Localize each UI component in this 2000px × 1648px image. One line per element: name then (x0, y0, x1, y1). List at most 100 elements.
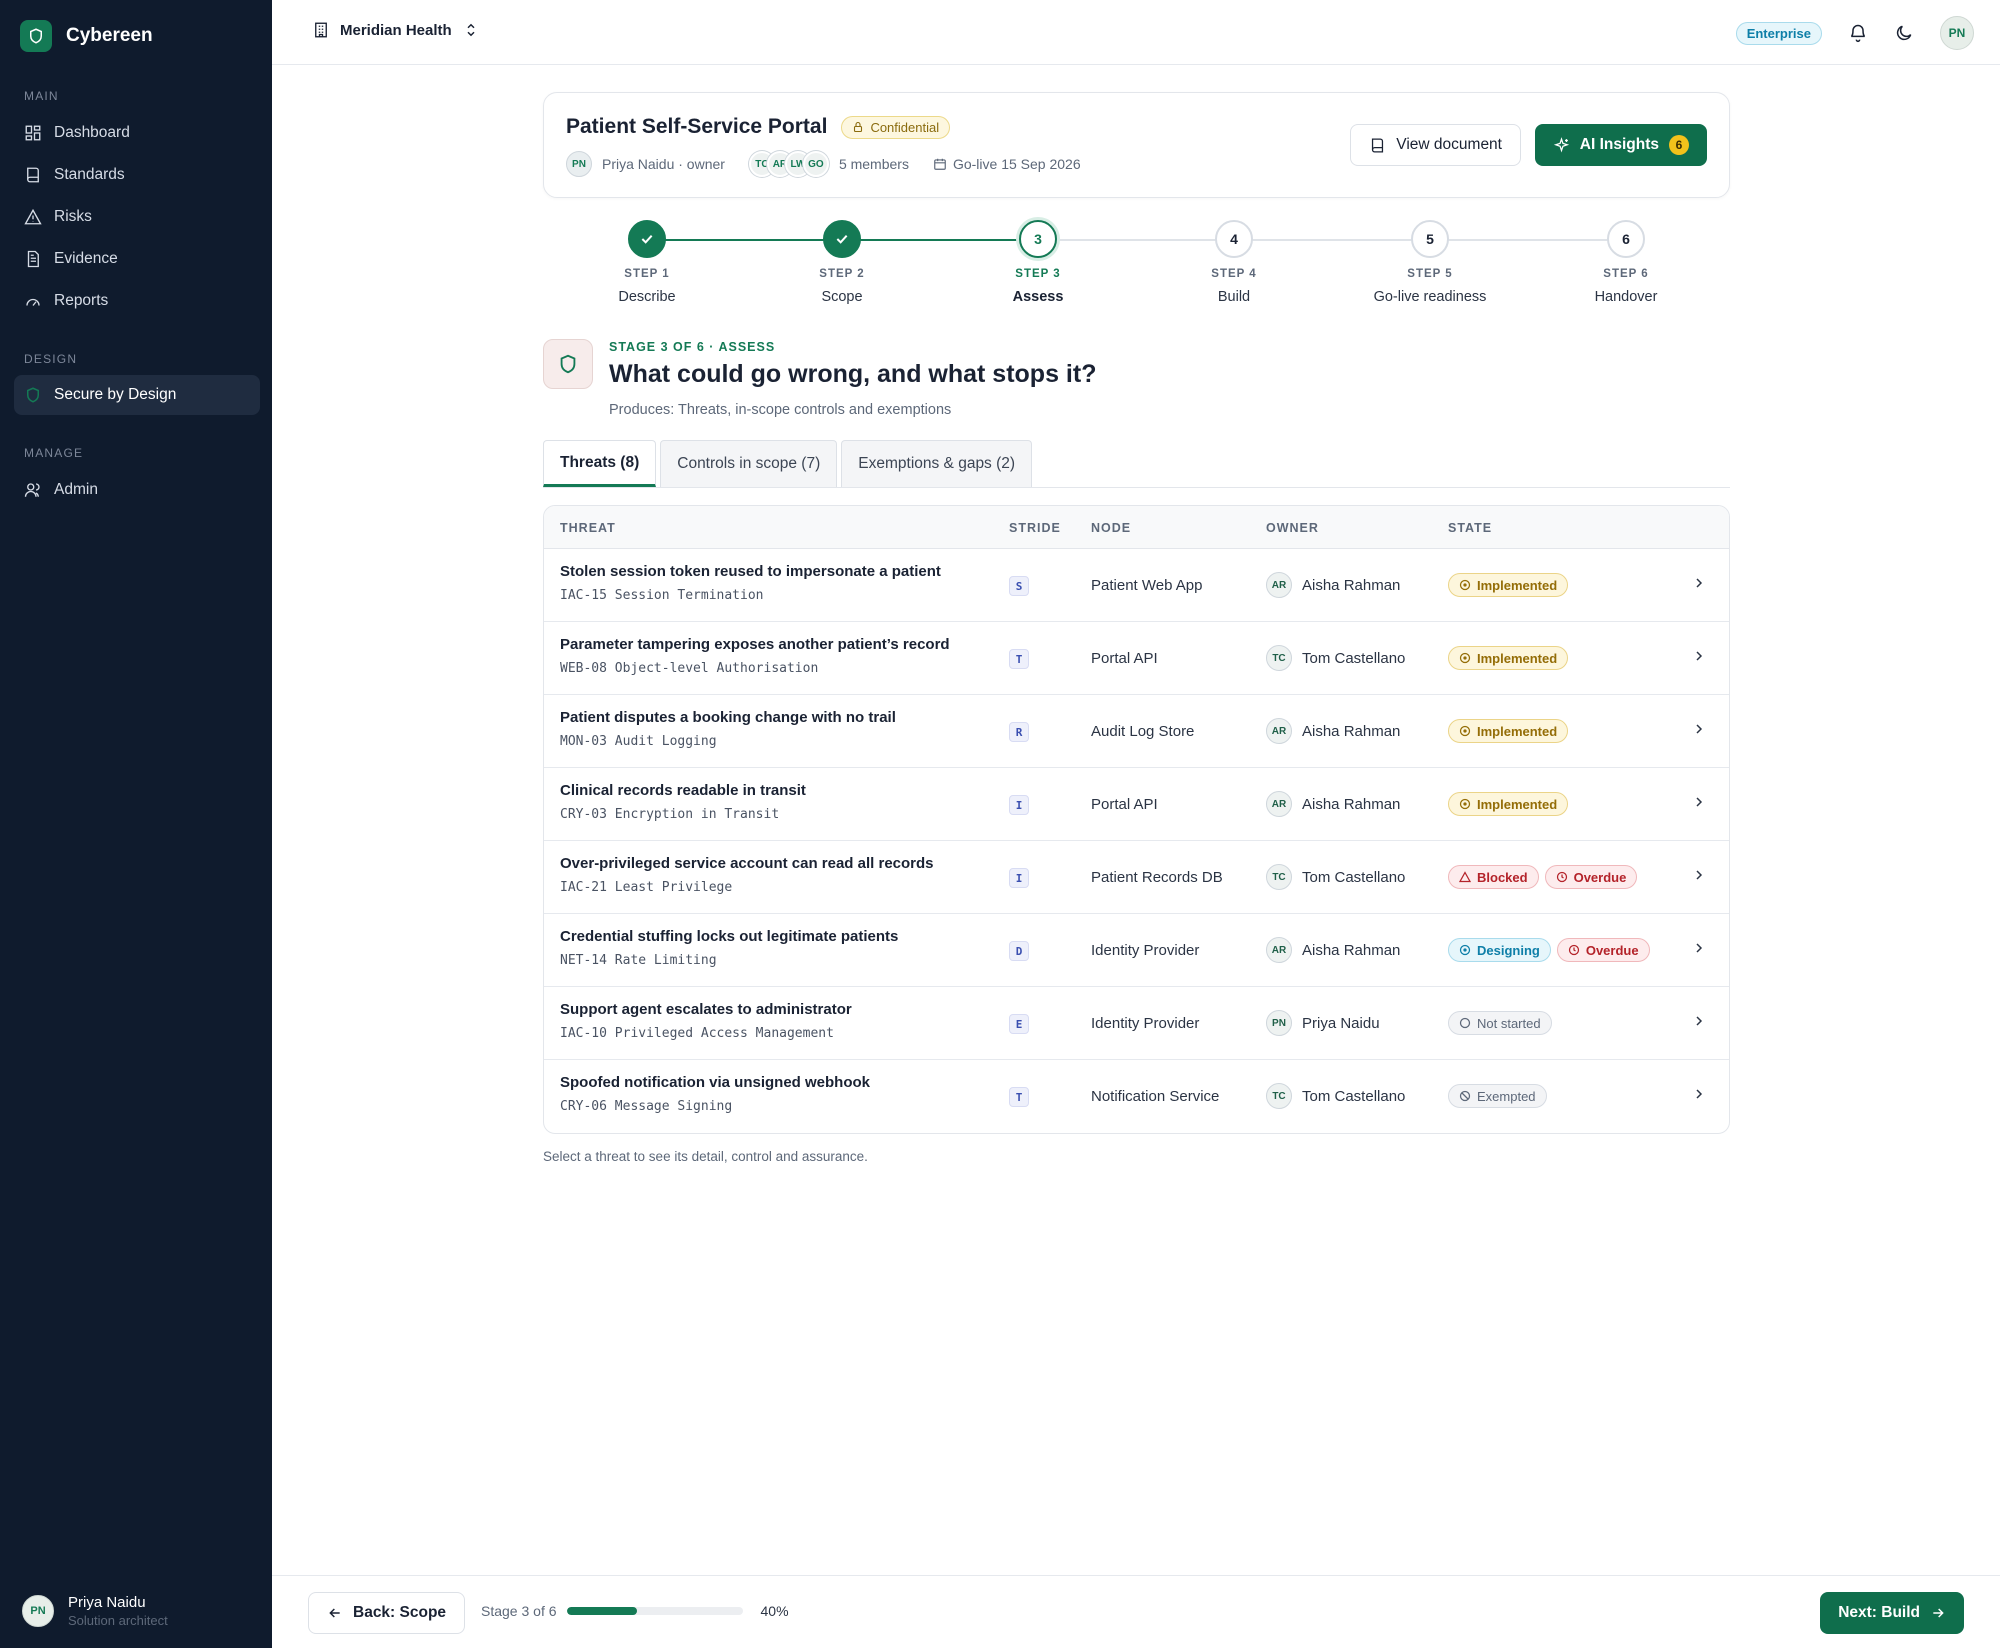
avatar: PN (22, 1595, 54, 1627)
step-label: STEP 6 (1603, 268, 1649, 280)
table-row[interactable]: Support agent escalates to administrator… (544, 987, 1729, 1060)
table-row[interactable]: Spoofed notification via unsigned webhoo… (544, 1060, 1729, 1133)
tab-threats[interactable]: Threats (8) (543, 440, 657, 487)
table-row[interactable]: Clinical records readable in transit CRY… (544, 768, 1729, 841)
step-label: STEP 4 (1211, 268, 1257, 280)
chevron-right-icon[interactable] (1691, 940, 1707, 956)
owner-name: Priya Naidu (1302, 1014, 1380, 1032)
sidebar-item-standards[interactable]: Standards (14, 155, 260, 195)
owner-name: Aisha Rahman (1302, 722, 1401, 740)
nav-section-main: MAIN (24, 89, 59, 103)
state-badge: Implemented (1448, 646, 1569, 670)
sidebar-item-risks[interactable]: Risks (14, 197, 260, 237)
state-badge: Implemented (1448, 719, 1569, 743)
step-name: Scope (821, 289, 863, 305)
chevron-right-icon[interactable] (1691, 1013, 1707, 1029)
step-handover[interactable]: 6 STEP 6 Handover (1526, 220, 1726, 305)
step-dot: 3 (1019, 220, 1057, 258)
column-header-state[interactable]: STATE (1448, 521, 1492, 535)
sidebar-item-label: Admin (54, 481, 98, 498)
sidebar-item-label: Standards (54, 166, 125, 183)
view-document-button[interactable]: View document (1350, 124, 1521, 166)
table-hint: Select a threat to see its detail, contr… (543, 1149, 868, 1164)
owner-name: Aisha Rahman (1302, 795, 1401, 813)
back-button[interactable]: Back: Scope (308, 1592, 466, 1634)
brand-name: Cybereen (66, 25, 153, 46)
node-cell: Patient Web App (1091, 577, 1203, 594)
moon-icon[interactable] (1894, 23, 1914, 43)
warning-icon (24, 208, 42, 225)
state-cell: Not started (1448, 1011, 1552, 1035)
node-cell: Portal API (1091, 796, 1158, 813)
arrow-left-icon (329, 1608, 340, 1618)
table-body: Stolen session token reused to impersona… (544, 549, 1729, 1133)
node-cell: Identity Provider (1091, 1015, 1200, 1032)
org-switcher[interactable]: Meridian Health (312, 21, 480, 39)
chevron-right-icon[interactable] (1691, 721, 1707, 737)
step-assess[interactable]: 3 STEP 3 Assess (938, 220, 1138, 305)
step-go-live-readiness[interactable]: 5 STEP 5 Go-live readiness (1330, 220, 1530, 305)
step-scope[interactable]: STEP 2 Scope (742, 220, 942, 305)
table-row[interactable]: Stolen session token reused to impersona… (544, 549, 1729, 622)
table-row[interactable]: Over-privileged service account can read… (544, 841, 1729, 914)
node-cell: Notification Service (1091, 1088, 1220, 1105)
column-header-threat[interactable]: THREAT (560, 521, 616, 535)
table-row[interactable]: Credential stuffing locks out legitimate… (544, 914, 1729, 987)
sidebar-item-label: Evidence (54, 250, 118, 267)
next-button[interactable]: Next: Build (1820, 1592, 1964, 1634)
chevron-right-icon[interactable] (1691, 575, 1707, 591)
tab-exemptions-gaps[interactable]: Exemptions & gaps (2) (841, 440, 1033, 487)
chevron-right-icon[interactable] (1691, 867, 1707, 883)
brand-logo (20, 20, 52, 52)
column-header-stride[interactable]: STRIDE (1009, 521, 1061, 535)
owner-cell: AR Aisha Rahman (1266, 572, 1400, 598)
state-label: Blocked (1477, 869, 1528, 885)
threat-cell: Stolen session token reused to impersona… (560, 563, 941, 603)
step-build[interactable]: 4 STEP 4 Build (1134, 220, 1334, 305)
step-describe[interactable]: STEP 1 Describe (547, 220, 747, 305)
bell-icon[interactable] (1848, 23, 1868, 43)
state-badge: Overdue (1556, 938, 1650, 962)
table-row[interactable]: Patient disputes a booking change with n… (544, 695, 1729, 768)
stride-badge: T (1009, 649, 1029, 669)
owner-cell: PN Priya Naidu (1266, 1010, 1380, 1036)
lock-icon (854, 121, 863, 133)
column-header-node[interactable]: NODE (1091, 521, 1131, 535)
sidebar-item-reports[interactable]: Reports (14, 281, 260, 321)
owner-cell: AR Aisha Rahman (1266, 718, 1400, 744)
column-header-owner[interactable]: OWNER (1266, 521, 1319, 535)
step-name: Assess (1012, 289, 1064, 305)
clock-icon (1568, 944, 1579, 956)
chevron-right-icon[interactable] (1691, 648, 1707, 664)
brand[interactable]: Cybereen (20, 20, 153, 52)
table-row[interactable]: Parameter tampering exposes another pati… (544, 622, 1729, 695)
ai-insights-button[interactable]: AI Insights 6 (1534, 124, 1707, 166)
chevron-right-icon[interactable] (1691, 1086, 1707, 1102)
tab-controls-in-scope[interactable]: Controls in scope (7) (660, 440, 838, 487)
project-meta: PN Priya Naidu · owner TC AR LW GO 5 mem… (566, 151, 1081, 177)
step-label: STEP 2 (819, 268, 865, 280)
sidebar-item-secure-by-design[interactable]: Secure by Design (14, 375, 260, 415)
sidebar-item-evidence[interactable]: Evidence (14, 239, 260, 279)
plan-badge: Enterprise (1735, 21, 1822, 45)
sidebar-item-dashboard[interactable]: Dashboard (14, 113, 260, 153)
node-cell: Portal API (1091, 650, 1158, 667)
threat-cell: Spoofed notification via unsigned webhoo… (560, 1074, 870, 1114)
progress-bar (566, 1607, 743, 1615)
state-cell: Implemented (1448, 719, 1569, 743)
member-count: 5 members (838, 156, 909, 172)
dashboard-icon (25, 125, 41, 141)
chevron-right-icon[interactable] (1691, 794, 1707, 810)
step-dot: 6 (1607, 220, 1645, 258)
node-cell: Audit Log Store (1091, 723, 1195, 740)
owner-name: Aisha Rahman (1302, 941, 1401, 959)
member-avatars[interactable]: TC AR LW GO (748, 151, 829, 177)
sidebar-user[interactable]: PN Priya Naidu Solution architect (22, 1594, 168, 1628)
topbar-actions: Enterprise PN (1735, 16, 1974, 50)
state-badge: Blocked (1448, 865, 1539, 889)
avatar[interactable]: PN (1940, 16, 1974, 50)
threat-control: IAC-10 Privileged Access Management (560, 1026, 834, 1041)
step-label: STEP 5 (1407, 268, 1453, 280)
owner-name: Aisha Rahman (1302, 576, 1401, 594)
sidebar-item-admin[interactable]: Admin (14, 470, 260, 510)
